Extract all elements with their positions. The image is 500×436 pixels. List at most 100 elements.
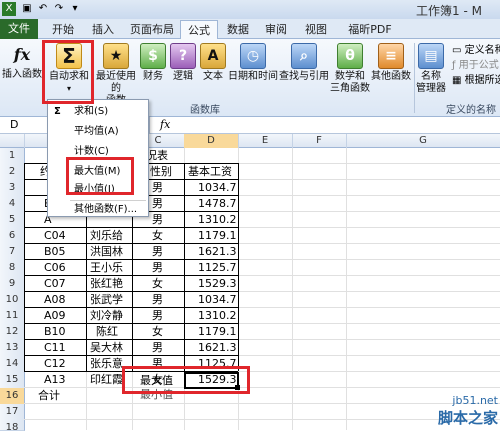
cell-gender: 男 <box>152 181 163 194</box>
financial-label: 财务 <box>143 71 163 82</box>
math-label-2: 三角函数 <box>330 83 370 94</box>
cell-id: B10 <box>44 325 66 338</box>
cell-name: 张红艳 <box>90 277 123 290</box>
cell-id: A13 <box>44 373 66 386</box>
cell-name: 吴大林 <box>90 341 123 354</box>
row-header[interactable]: 11 <box>0 308 25 325</box>
fx-icon: fx <box>13 45 31 64</box>
cell-gender: 男 <box>152 309 163 322</box>
title-bar: X ▣ ↶ ↷ ▾ 工作簿1 - M <box>0 0 500 19</box>
define-name-button[interactable]: ▭ 定义名称 <box>452 43 500 58</box>
cell-name: 张乐意 <box>90 357 123 370</box>
table-title: 况表 <box>146 149 168 162</box>
table-border <box>238 163 239 371</box>
cell-salary: 1621.3 <box>198 245 237 258</box>
highlight-frame <box>66 157 134 195</box>
tab-view[interactable]: 视图 <box>300 20 332 39</box>
row-header[interactable]: 18 <box>0 420 25 433</box>
tab-formulas[interactable]: 公式 <box>180 20 218 41</box>
tab-data[interactable]: 数据 <box>222 20 254 39</box>
row-header[interactable]: 1 <box>0 148 25 165</box>
cell-name: 张武学 <box>90 293 123 306</box>
insert-function-button[interactable]: fx 插入函数 <box>2 43 42 81</box>
column-header-e[interactable]: E <box>238 134 293 148</box>
menu-item-average[interactable]: 平均值(A) <box>48 122 148 142</box>
tab-review[interactable]: 审阅 <box>260 20 292 39</box>
total-label: 合计 <box>38 389 60 402</box>
name-manager-icon: ▤ <box>418 43 444 69</box>
text-book-icon: A <box>200 43 226 69</box>
math-trig-button[interactable]: θ 数学和 三角函数 <box>330 43 370 95</box>
other-label: 其他函数 <box>371 71 411 82</box>
qat-dropdown-icon[interactable]: ▾ <box>68 2 82 16</box>
table-border <box>184 163 185 371</box>
cell-name: 刘乐给 <box>90 229 123 242</box>
text-button[interactable]: A 文本 <box>198 43 228 83</box>
row-header[interactable]: 16 <box>0 388 25 405</box>
row-header[interactable]: 17 <box>0 404 25 421</box>
row-header[interactable]: 15 <box>0 372 25 389</box>
cell-salary: 1179.1 <box>198 325 237 338</box>
cell-gender: 女 <box>152 277 163 290</box>
tab-insert[interactable]: 插入 <box>86 20 120 39</box>
table-border <box>24 163 25 371</box>
save-icon[interactable]: ▣ <box>20 2 34 16</box>
lookup-button[interactable]: ⌕ 查找与引用 <box>278 43 330 83</box>
row-header[interactable]: 3 <box>0 180 25 197</box>
row-header[interactable]: 4 <box>0 196 25 213</box>
financial-book-icon: $ <box>140 43 166 69</box>
menu-item-more-functions[interactable]: 其他函数(F)... <box>48 200 148 220</box>
name-mgr-label: 名称 <box>421 71 441 82</box>
column-header-d[interactable]: D <box>184 134 239 148</box>
tab-page-layout[interactable]: 页面布局 <box>126 20 178 39</box>
ribbon-tabs: 文件 开始 插入 页面布局 公式 数据 审阅 视图 福昕PDF <box>0 19 500 41</box>
column-header-f[interactable]: F <box>292 134 347 148</box>
cell-salary: 1478.7 <box>198 197 237 210</box>
cell-gender: 男 <box>152 197 163 210</box>
recent-functions-button[interactable]: ★ 最近使用的 函数 <box>96 43 136 107</box>
row-header[interactable]: 6 <box>0 228 25 245</box>
math-label: 数学和 <box>335 71 365 82</box>
financial-button[interactable]: $ 财务 <box>138 43 168 83</box>
more-functions-button[interactable]: ≡ 其他函数 <box>370 43 412 83</box>
column-header-g[interactable]: G <box>346 134 500 148</box>
logical-label: 逻辑 <box>173 71 193 82</box>
tab-file[interactable]: 文件 <box>0 19 38 39</box>
select-all-corner[interactable] <box>0 134 25 148</box>
logical-button[interactable]: ? 逻辑 <box>168 43 198 83</box>
cell-salary: 1310.2 <box>198 309 237 322</box>
row-header[interactable]: 9 <box>0 276 25 293</box>
watermark: jb51.net 脚本之家 <box>438 394 498 428</box>
row-header[interactable]: 13 <box>0 340 25 357</box>
tab-foxit-pdf[interactable]: 福昕PDF <box>340 20 400 39</box>
create-from-selection-button[interactable]: ▦ 根据所选 <box>452 73 500 88</box>
text-label: 文本 <box>203 71 223 82</box>
cell-id: A09 <box>44 309 66 322</box>
row-header[interactable]: 8 <box>0 260 25 277</box>
window-title: 工作簿1 - M <box>416 4 482 18</box>
row-header[interactable]: 2 <box>0 164 25 181</box>
row-header[interactable]: 7 <box>0 244 25 261</box>
datetime-button[interactable]: ◷ 日期和时间 <box>228 43 278 83</box>
fx-label-icon[interactable]: fx <box>160 118 170 131</box>
watermark-url: jb51.net <box>452 394 498 407</box>
cell-gender: 男 <box>152 341 163 354</box>
use-in-formula-button[interactable]: ƒ 用于公式 <box>452 58 500 73</box>
cell-name: 印红霞 <box>90 373 123 386</box>
cell-gender: 男 <box>152 261 163 274</box>
name-manager-button[interactable]: ▤ 名称 管理器 <box>416 43 446 95</box>
tab-home[interactable]: 开始 <box>46 20 80 39</box>
row-header[interactable]: 5 <box>0 212 25 229</box>
cell-id: C04 <box>44 229 66 242</box>
group-divider <box>414 43 415 113</box>
cell-name: 洪国林 <box>90 245 123 258</box>
cell-salary: 1125.7 <box>198 261 237 274</box>
cell-gender: 男 <box>152 213 163 226</box>
undo-icon[interactable]: ↶ <box>36 2 50 16</box>
row-header[interactable]: 14 <box>0 356 25 373</box>
row-header[interactable]: 10 <box>0 292 25 309</box>
menu-item-sum[interactable]: Σ 求和(S) <box>48 102 148 122</box>
redo-icon[interactable]: ↷ <box>52 2 66 16</box>
star-book-icon: ★ <box>103 43 129 69</box>
row-header[interactable]: 12 <box>0 324 25 341</box>
